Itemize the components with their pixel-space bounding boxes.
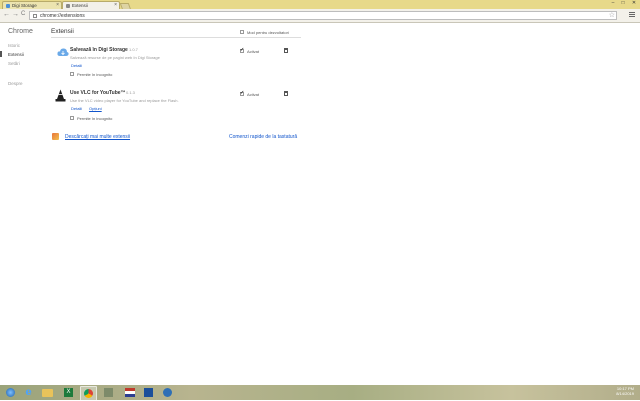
sidebar: Chrome Istoric Extensii Setări Despre xyxy=(0,23,44,385)
close-tab-icon[interactable]: × xyxy=(114,2,117,8)
cloud-icon xyxy=(57,48,69,56)
app-icon[interactable] xyxy=(101,386,116,399)
tab-title: Digi Storage xyxy=(12,3,37,8)
enabled-checkbox[interactable] xyxy=(240,47,244,53)
extension-name: Salvează în Digi Storage xyxy=(70,47,128,53)
file-explorer-icon[interactable] xyxy=(40,386,55,399)
reload-button[interactable]: C xyxy=(21,11,25,17)
dev-mode-label: Mod pentru dezvoltatori xyxy=(247,30,289,35)
enabled-checkbox[interactable] xyxy=(240,90,244,96)
extensions-favicon-icon xyxy=(66,3,70,8)
start-icon[interactable] xyxy=(3,386,18,399)
enabled-label: Activat xyxy=(247,92,260,97)
excel-icon[interactable]: X xyxy=(61,386,76,399)
keyboard-shortcuts-link[interactable]: Comenzi rapide de la tastatură xyxy=(229,134,297,140)
clock-date: 8/14/2019 xyxy=(616,391,634,396)
incognito-label: Permite în incognito xyxy=(77,116,113,121)
clock[interactable]: 10:17 PM 8/14/2019 xyxy=(616,386,634,396)
close-window-button[interactable]: ✕ xyxy=(629,0,639,6)
url-text: chrome://extensions xyxy=(40,12,85,19)
tab-title: Extensii xyxy=(72,3,88,8)
tab-extensions[interactable]: Extensii × xyxy=(62,1,120,9)
chrome-icon[interactable] xyxy=(80,386,97,401)
incognito-label: Permite în incognito xyxy=(77,72,113,77)
bookmark-star-icon[interactable]: ☆ xyxy=(609,11,615,19)
back-button[interactable]: ← xyxy=(3,11,10,18)
extension-version: 0.1.3 xyxy=(126,90,135,95)
title-divider xyxy=(51,37,301,38)
page-icon xyxy=(33,13,37,18)
extension-description: Use the VLC video player for YouTube and… xyxy=(70,98,179,103)
trash-icon[interactable] xyxy=(284,48,288,53)
dev-mode-checkbox[interactable] xyxy=(240,30,244,34)
extension-version: 1.0.7 xyxy=(129,47,138,52)
maximize-button[interactable]: □ xyxy=(618,0,628,6)
extension-description: Salvează resurse de pe pagini web în Dig… xyxy=(70,55,160,60)
internet-explorer-icon[interactable]: e xyxy=(21,386,36,399)
more-extensions-link[interactable]: Descărcați mai multe extensii xyxy=(65,134,130,140)
sidebar-item-about[interactable]: Despre xyxy=(8,81,23,86)
incognito-checkbox[interactable] xyxy=(70,116,74,120)
details-link[interactable]: Detalii xyxy=(71,106,82,111)
app-icon-3[interactable] xyxy=(141,386,156,399)
trash-icon[interactable] xyxy=(284,91,288,96)
tab-strip: Digi Storage × Extensii × – □ ✕ xyxy=(0,0,640,10)
vlc-cone-icon xyxy=(55,89,66,102)
sidebar-item-history[interactable]: Istoric xyxy=(8,43,20,48)
extension-name: Use VLC for YouTube™ xyxy=(70,90,126,96)
minimize-button[interactable]: – xyxy=(608,0,618,6)
enabled-label: Activat xyxy=(247,49,260,54)
web-store-icon xyxy=(52,133,59,140)
close-tab-icon[interactable]: × xyxy=(56,2,59,8)
app-icon-2[interactable] xyxy=(122,386,137,399)
sidebar-item-settings[interactable]: Setări xyxy=(8,61,20,66)
address-bar[interactable]: chrome://extensions xyxy=(29,11,617,20)
sidebar-item-extensions[interactable]: Extensii xyxy=(8,52,24,57)
taskbar: e X 10:17 PM 8/14/2019 xyxy=(0,385,640,401)
digi-storage-favicon-icon xyxy=(6,3,10,8)
app-icon-4[interactable] xyxy=(160,386,175,399)
details-link[interactable]: Detalii xyxy=(71,63,82,68)
incognito-checkbox[interactable] xyxy=(70,72,74,76)
sidebar-brand: Chrome xyxy=(8,28,33,35)
forward-button[interactable]: → xyxy=(12,11,19,18)
options-link[interactable]: Opțiuni xyxy=(89,106,102,111)
selected-indicator xyxy=(0,51,2,57)
chrome-menu-icon[interactable] xyxy=(629,12,635,18)
toolbar: ← → C chrome://extensions ☆ xyxy=(0,9,640,23)
page-title: Extensii xyxy=(51,28,74,35)
tab-digi-storage[interactable]: Digi Storage × xyxy=(2,1,62,9)
